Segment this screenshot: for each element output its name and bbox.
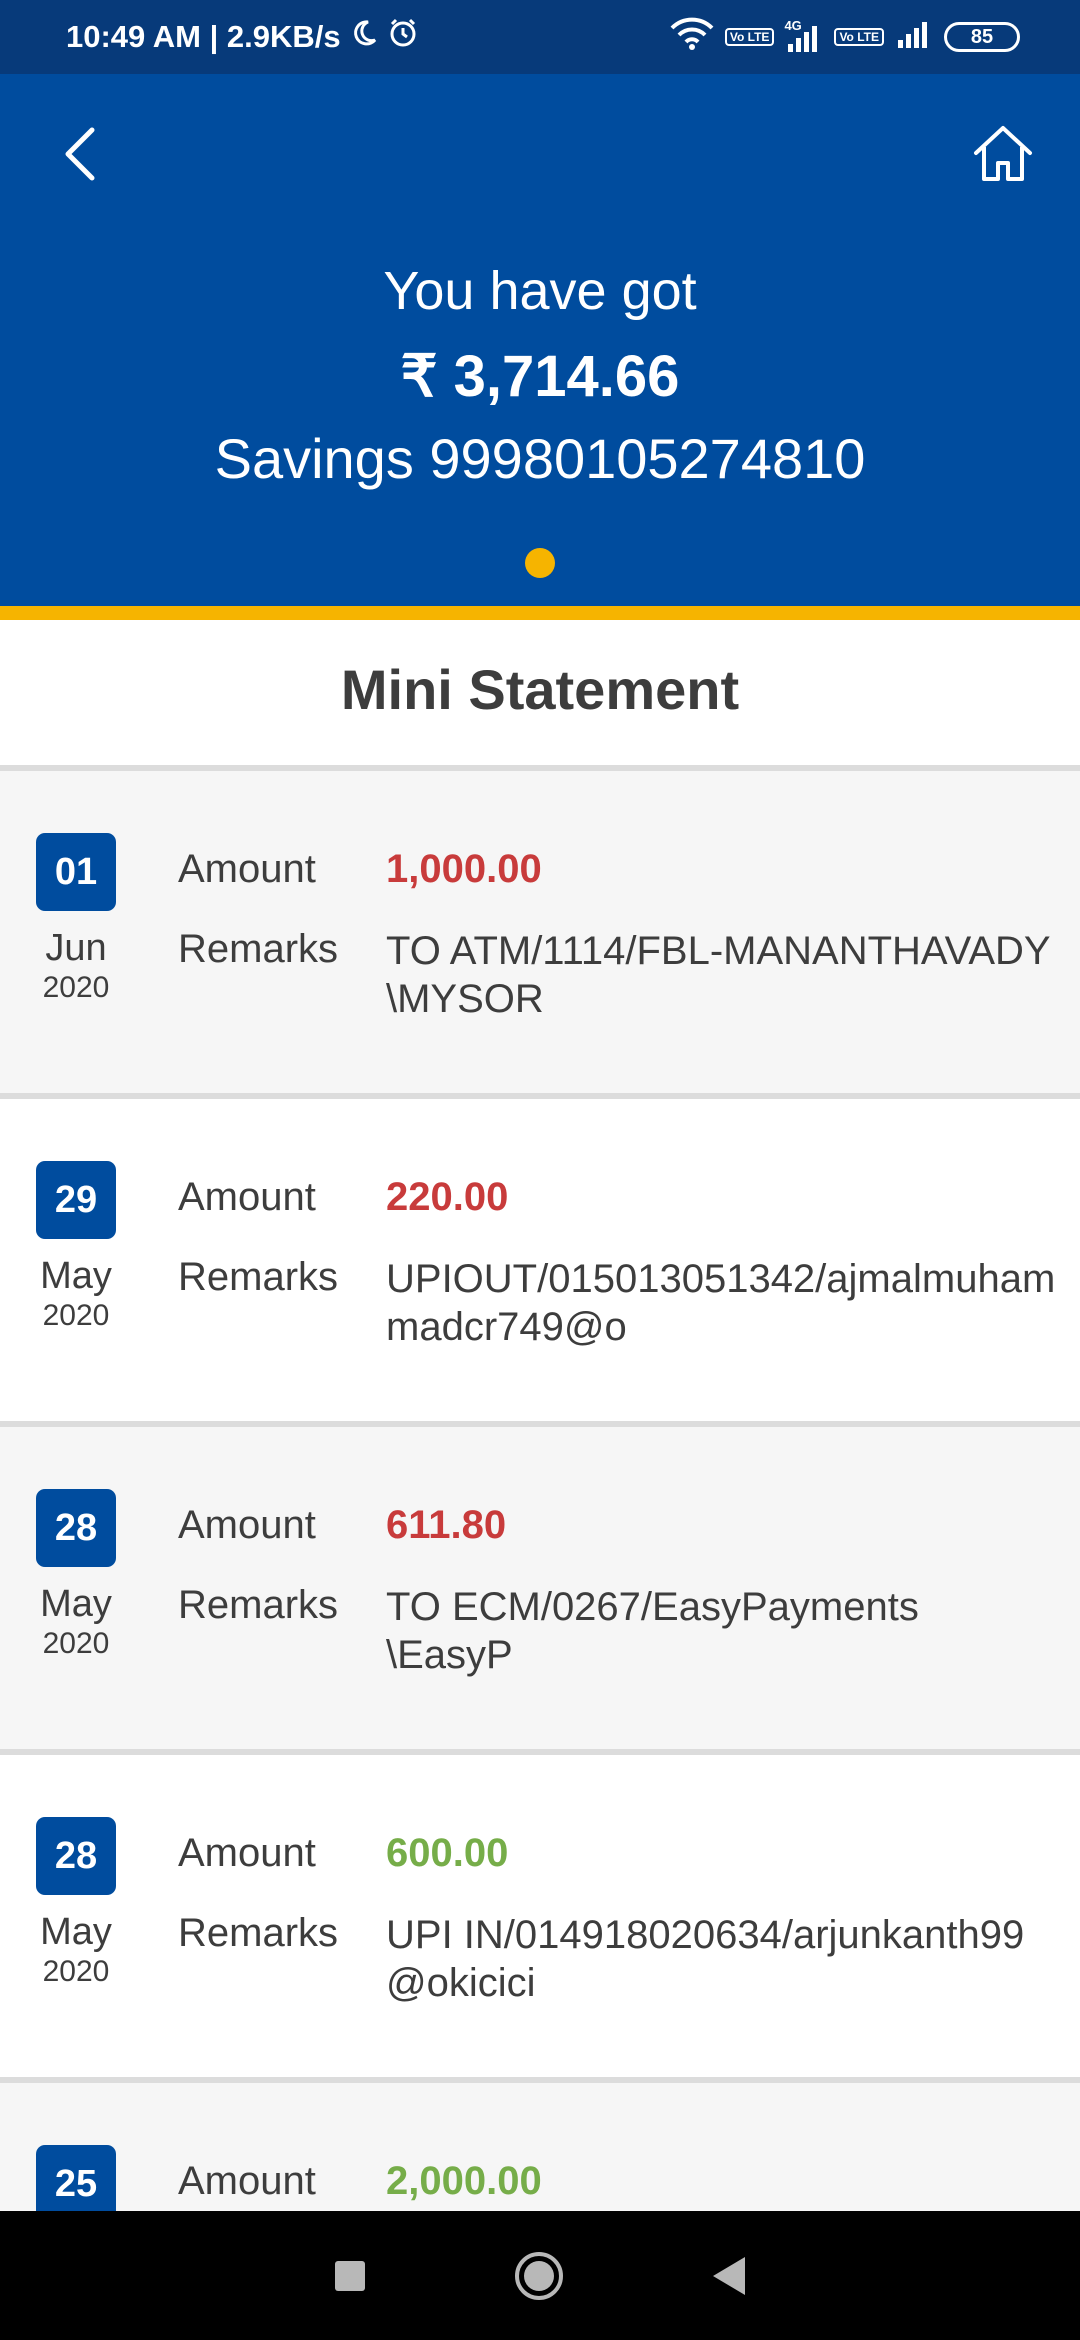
date-year: 2020 — [42, 971, 110, 1004]
transaction-row[interactable]: 01 Jun 2020 Amount 1,000.00 Remarks TO A… — [0, 771, 1080, 1099]
remarks-value: TO ATM/1114/FBL-MANANTHAVADY \MYSOR — [386, 929, 1050, 1021]
remarks-label: Remarks — [178, 927, 339, 971]
signal-4g-icon: 4G — [784, 18, 824, 52]
amount-label: Amount — [178, 1831, 316, 1875]
amount-label: Amount — [178, 1503, 316, 1547]
transaction-row[interactable]: 29 May 2020 Amount 220.00 Remarks UPIOUT… — [0, 1099, 1080, 1427]
remarks-value: UPIOUT/015013051342/ajmalmuhammadcr749@o — [386, 1257, 1056, 1349]
date-day-badge: 28 — [36, 1489, 116, 1567]
transaction-row[interactable]: 25 Amount 2,000.00 — [0, 2083, 1080, 2211]
remarks-value: UPI IN/014918020634/arjunkanth99@okicici — [386, 1913, 1025, 2005]
alarm-icon — [387, 17, 419, 57]
system-nav-bar — [0, 2211, 1080, 2340]
volte-badge-2: Vo LTE — [834, 28, 884, 46]
battery-indicator: 85 — [944, 22, 1020, 52]
remarks-label: Remarks — [178, 1255, 339, 1299]
date-day-badge: 29 — [36, 1161, 116, 1239]
amount-label: Amount — [178, 1175, 316, 1219]
amount-label: Amount — [178, 2159, 316, 2203]
volte-badge: Vo LTE — [724, 28, 775, 46]
remarks-value: TO ECM/0267/EasyPayments \EasyP — [386, 1585, 1030, 1677]
page-title: Mini Statement — [340, 658, 740, 721]
date-year: 2020 — [42, 1627, 110, 1660]
date-month: May — [40, 1911, 112, 1953]
time-and-speed: 10:49 AM | 2.9KB/s — [66, 19, 341, 54]
status-left: 10:49 AM | 2.9KB/s — [66, 17, 419, 57]
date-year: 2020 — [42, 1299, 110, 1332]
transaction-row[interactable]: 28 May 2020 Amount 600.00 Remarks UPI IN… — [0, 1755, 1080, 2083]
balance-headline: You have got — [383, 261, 697, 321]
status-right: Vo LTE 4G Vo LTE 85 — [669, 16, 1020, 58]
date-day-badge: 25 — [36, 2145, 116, 2211]
amount-value: 611.80 — [386, 1503, 507, 1547]
accent-divider — [0, 606, 1080, 620]
home-circle-icon — [524, 2260, 554, 2291]
back-nav-button[interactable] — [713, 2256, 745, 2295]
remarks-label: Remarks — [178, 1911, 339, 1955]
page-indicator-dot[interactable] — [525, 548, 555, 578]
recents-button[interactable] — [335, 2260, 365, 2291]
date-month: May — [40, 1255, 112, 1297]
wifi-icon — [669, 16, 715, 58]
amount-value: 1,000.00 — [386, 847, 542, 891]
title-bar: Mini Statement — [0, 620, 1080, 765]
home-nav-button[interactable] — [515, 2251, 563, 2300]
network-type-label: 4G — [784, 18, 802, 33]
date-day-badge: 28 — [36, 1817, 116, 1895]
amount-value: 2,000.00 — [386, 2159, 542, 2203]
amount-label: Amount — [178, 847, 316, 891]
signal-icon — [894, 18, 934, 56]
chevron-left-icon — [60, 124, 100, 189]
date-month: May — [40, 1583, 112, 1625]
moon-icon — [349, 18, 379, 56]
amount-value: 600.00 — [386, 1831, 509, 1875]
date-month: Jun — [45, 927, 107, 969]
back-button[interactable] — [50, 126, 110, 186]
transaction-row[interactable]: 28 May 2020 Amount 611.80 Remarks TO ECM… — [0, 1427, 1080, 1755]
home-button[interactable] — [968, 120, 1038, 190]
date-day-badge: 01 — [36, 833, 116, 911]
remarks-label: Remarks — [178, 1583, 339, 1627]
transaction-list[interactable]: 01 Jun 2020 Amount 1,000.00 Remarks TO A… — [0, 771, 1080, 2211]
date-year: 2020 — [42, 1955, 110, 1988]
balance-amount: ₹ 3,714.66 — [400, 344, 680, 409]
account-number: Savings 99980105274810 — [214, 427, 866, 490]
status-bar: 10:49 AM | 2.9KB/s Vo LTE 4G Vo LTE 85 — [0, 0, 1080, 74]
account-header: You have got ₹ 3,714.66 Savings 99980105… — [0, 74, 1080, 606]
amount-value: 220.00 — [386, 1175, 509, 1219]
home-icon — [972, 123, 1034, 188]
